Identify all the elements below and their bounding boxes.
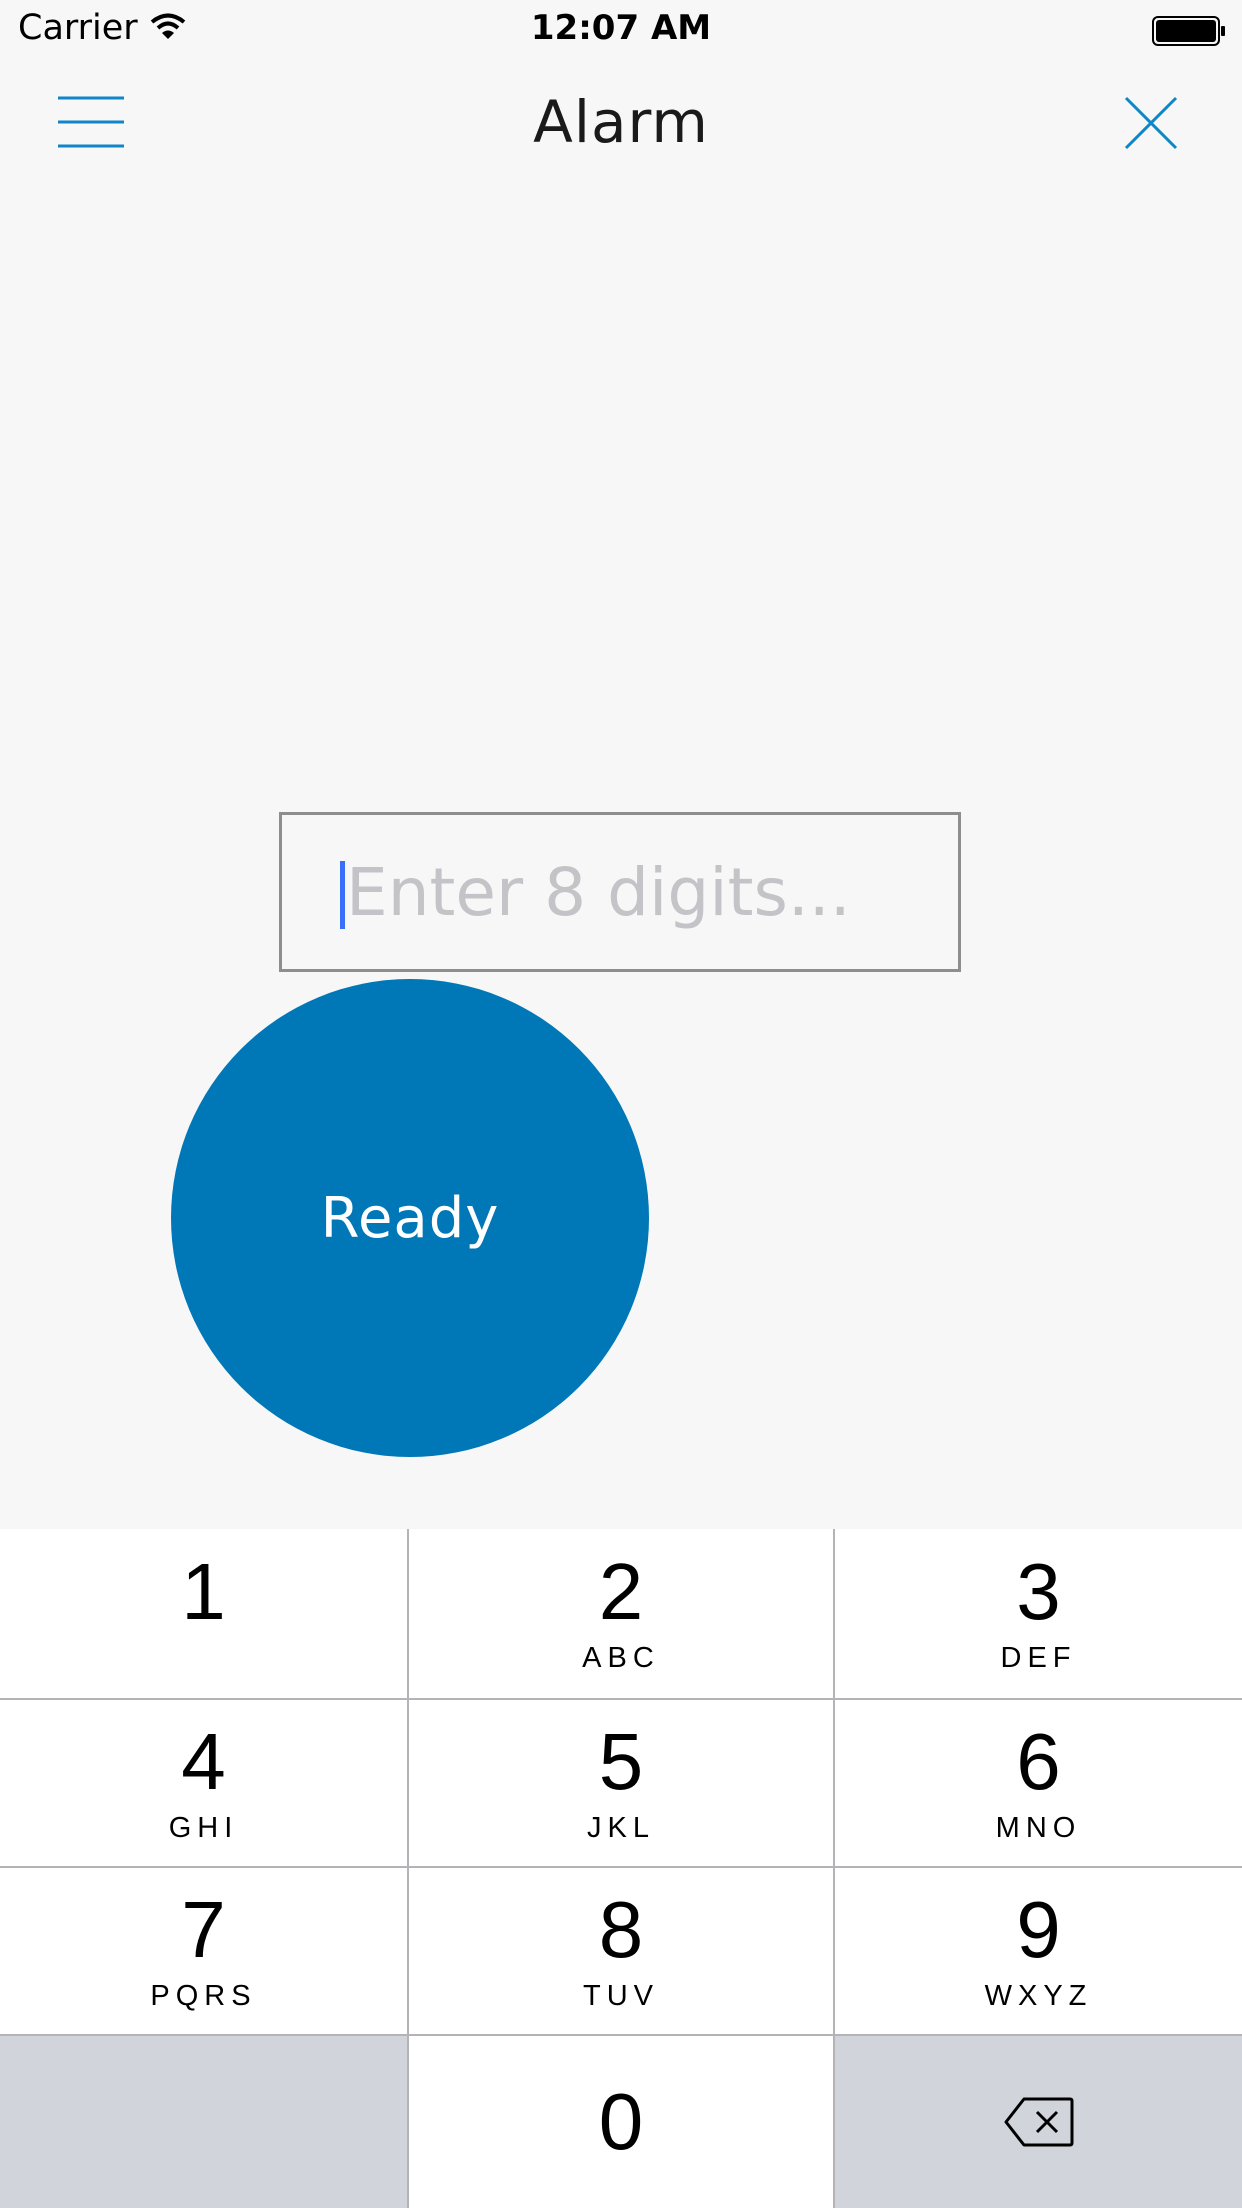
key-digit: 0 bbox=[598, 2077, 644, 2166]
key-blank bbox=[0, 2036, 407, 2208]
key-letters: MNO bbox=[995, 1811, 1082, 1844]
keypad-divider bbox=[0, 1866, 1242, 1868]
key-digit: 1 bbox=[181, 1547, 226, 1636]
key-7[interactable]: 7 PQRS bbox=[0, 1868, 407, 2034]
key-digit: 6 bbox=[1016, 1716, 1061, 1806]
text-caret bbox=[340, 861, 345, 929]
key-1[interactable]: 1 bbox=[0, 1529, 407, 1698]
key-6[interactable]: 6 MNO bbox=[835, 1700, 1242, 1866]
backspace-icon bbox=[1004, 2097, 1073, 2147]
key-0[interactable]: 0 bbox=[409, 2036, 833, 2208]
close-icon[interactable] bbox=[1124, 96, 1178, 150]
key-9[interactable]: 9 WXYZ bbox=[835, 1868, 1242, 2034]
key-letters: GHI bbox=[168, 1811, 239, 1844]
key-digit: 5 bbox=[598, 1716, 644, 1806]
ready-button-label: Ready bbox=[320, 1185, 500, 1251]
key-digit: 7 bbox=[181, 1884, 226, 1974]
key-letters: PQRS bbox=[150, 1979, 257, 2012]
code-input-box[interactable] bbox=[279, 812, 961, 972]
ready-button[interactable]: Ready bbox=[171, 979, 649, 1457]
key-8[interactable]: 8 TUV bbox=[409, 1868, 833, 2034]
status-bar: Carrier 12:07 AM bbox=[0, 0, 1242, 60]
battery-icon bbox=[1152, 16, 1225, 46]
keypad-divider bbox=[0, 1698, 1242, 1700]
key-digit: 3 bbox=[1016, 1547, 1061, 1636]
key-digit: 9 bbox=[1016, 1884, 1061, 1974]
key-letters: JKL bbox=[587, 1811, 655, 1844]
keypad-divider bbox=[407, 1529, 409, 2208]
status-time: 12:07 AM bbox=[530, 8, 712, 48]
backspace-key[interactable] bbox=[835, 2036, 1242, 2208]
key-4[interactable]: 4 GHI bbox=[0, 1700, 407, 1866]
key-letters: ABC bbox=[582, 1642, 660, 1674]
key-letters: DEF bbox=[1000, 1642, 1077, 1674]
key-3[interactable]: 3 DEF bbox=[835, 1529, 1242, 1698]
code-input[interactable] bbox=[346, 815, 946, 969]
key-letters: WXYZ bbox=[984, 1979, 1093, 2012]
key-letters: TUV bbox=[583, 1979, 659, 2012]
page-title: Alarm bbox=[533, 88, 709, 156]
key-5[interactable]: 5 JKL bbox=[409, 1700, 833, 1866]
key-digit: 4 bbox=[181, 1716, 226, 1806]
keypad-divider bbox=[833, 1529, 835, 2208]
keypad-divider bbox=[0, 2034, 1242, 2036]
key-letters bbox=[196, 1642, 210, 1675]
key-2[interactable]: 2 ABC bbox=[409, 1529, 833, 1698]
key-digit: 2 bbox=[598, 1547, 644, 1636]
numeric-keypad: 1 2 ABC 3 DEF 4 GHI 5 JKL 6 MNO 7 PQRS 8… bbox=[0, 1529, 1242, 2208]
key-digit: 8 bbox=[598, 1884, 644, 1974]
